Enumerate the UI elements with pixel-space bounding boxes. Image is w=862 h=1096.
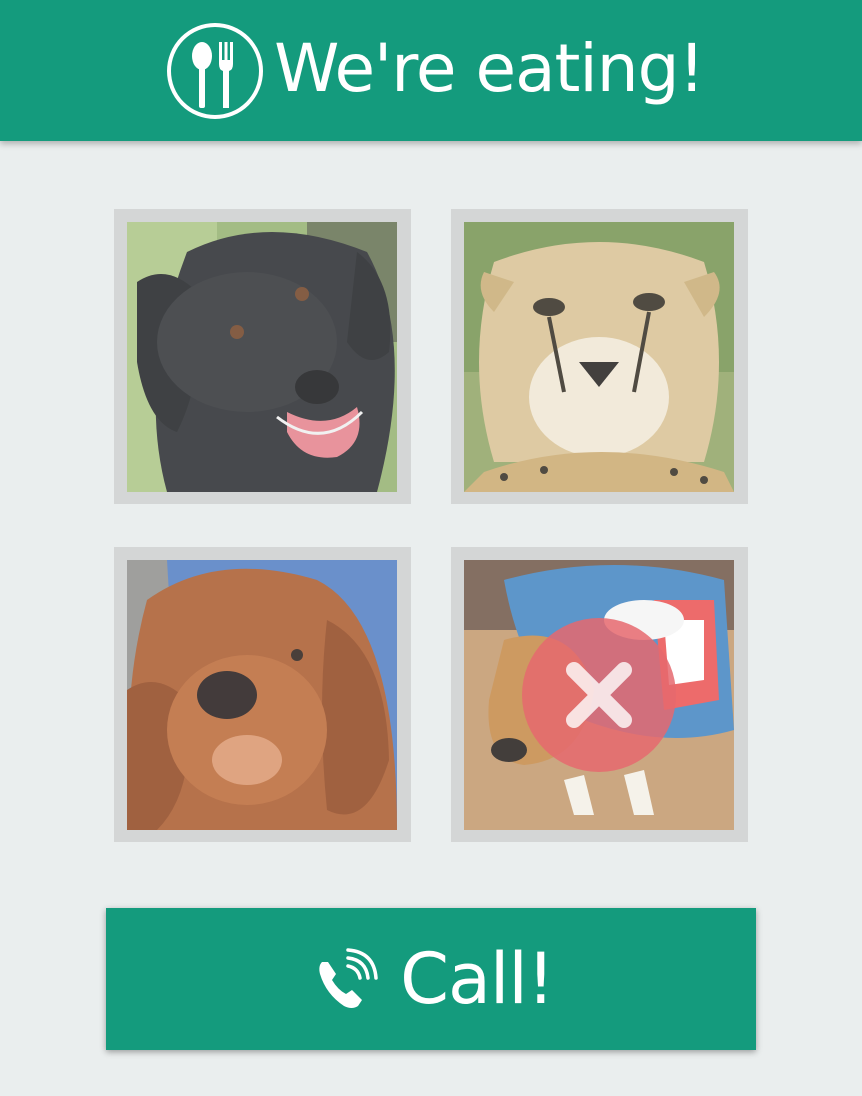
phone-icon — [319, 948, 378, 1008]
participant-tile[interactable] — [451, 547, 748, 842]
header-bar: We're eating! — [0, 0, 862, 141]
call-button[interactable]: Call! — [106, 908, 756, 1050]
black-labrador-photo — [127, 222, 397, 492]
participant-tile[interactable] — [114, 547, 411, 842]
cheetah-photo — [464, 222, 734, 492]
page-title: We're eating! — [274, 29, 705, 107]
decline-x-icon — [522, 618, 676, 772]
dachshund-costume-photo — [464, 560, 734, 830]
cocker-spaniel-photo — [127, 560, 397, 830]
participant-tile[interactable] — [114, 209, 411, 504]
call-button-label: Call! — [400, 938, 555, 1020]
app-root: We're eating! Call! — [0, 0, 862, 1096]
participant-tile[interactable] — [451, 209, 748, 504]
header-content: We're eating! — [166, 22, 705, 120]
spoon-fork-icon — [167, 22, 264, 119]
